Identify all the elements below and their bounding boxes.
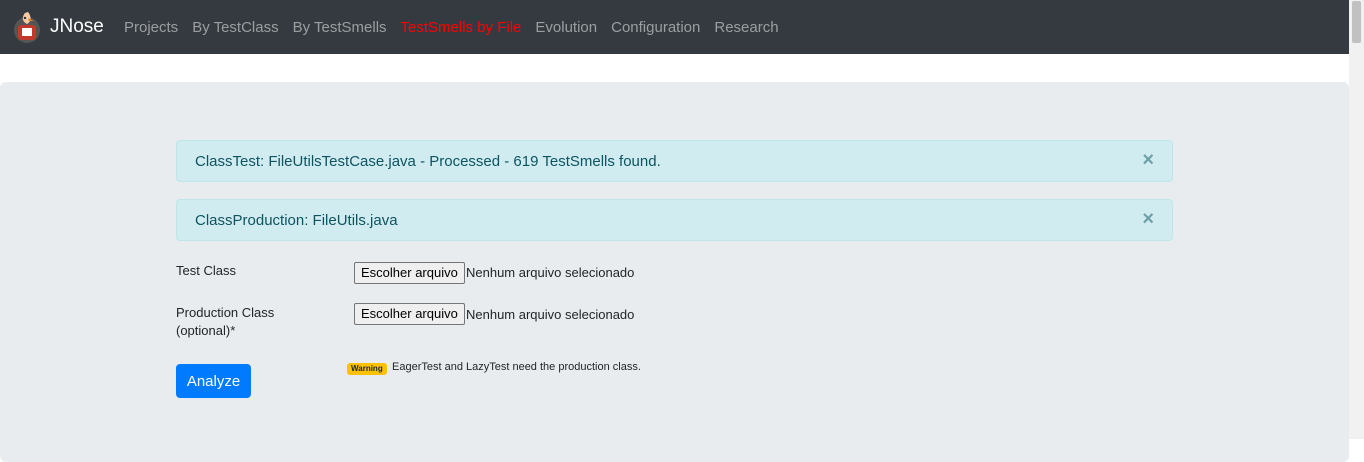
test-class-file-button[interactable]: Escolher arquivo	[354, 262, 465, 284]
warning-hint-text: EagerTest and LazyTest need the producti…	[392, 361, 641, 373]
top-navbar: JNose Projects By TestClass By TestSmell…	[0, 0, 1349, 54]
brand[interactable]: JNose	[12, 9, 104, 45]
alert-production-class: ClassProduction: FileUtils.java ×	[176, 199, 1173, 241]
warning-badge: Warning	[347, 363, 387, 375]
close-icon[interactable]: ×	[1142, 209, 1154, 229]
alert-message: ClassProduction: FileUtils.java	[195, 212, 398, 229]
main-nav: Projects By TestClass By TestSmells Test…	[124, 0, 793, 54]
scrollbar-thumb[interactable]	[1352, 1, 1361, 43]
production-class-file-status: Nenhum arquivo selecionado	[466, 307, 635, 322]
close-icon[interactable]: ×	[1142, 150, 1154, 170]
nav-projects[interactable]: Projects	[124, 19, 178, 36]
test-class-label: Test Class	[176, 263, 236, 278]
nav-research[interactable]: Research	[714, 19, 778, 36]
alert-test-class-processed: ClassTest: FileUtilsTestCase.java - Proc…	[176, 140, 1173, 182]
analyze-button[interactable]: Analyze	[176, 364, 251, 398]
nav-configuration[interactable]: Configuration	[611, 19, 700, 36]
production-class-optional-label: (optional)*	[176, 323, 236, 338]
nav-by-testclass[interactable]: By TestClass	[192, 19, 278, 36]
nav-testsmells-by-file[interactable]: TestSmells by File	[401, 19, 522, 36]
test-class-file-status: Nenhum arquivo selecionado	[466, 265, 635, 280]
vertical-scrollbar[interactable]	[1349, 0, 1364, 439]
production-class-file-button[interactable]: Escolher arquivo	[354, 303, 465, 325]
nav-evolution[interactable]: Evolution	[535, 19, 597, 36]
brand-name: JNose	[50, 16, 104, 37]
production-class-label: Production Class	[176, 305, 275, 320]
alert-message: ClassTest: FileUtilsTestCase.java - Proc…	[195, 153, 661, 170]
nav-by-testsmells[interactable]: By TestSmells	[293, 19, 387, 36]
jnose-mascot-icon	[14, 12, 40, 43]
